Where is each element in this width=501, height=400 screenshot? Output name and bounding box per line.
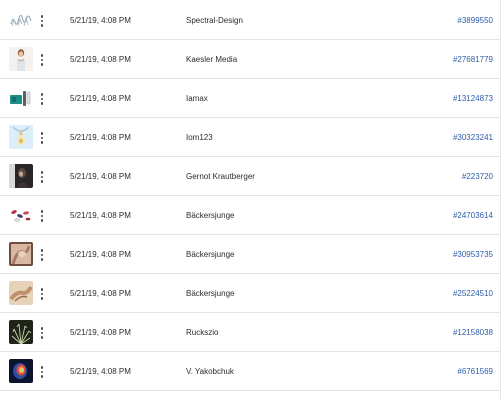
list-item[interactable]: 5/21/19, 4:08 PM Ruckszio #12158038 [0, 313, 501, 352]
hands-beige-icon [9, 281, 33, 305]
more-options-icon[interactable] [37, 89, 47, 109]
author-label: Ruckszio [186, 328, 219, 337]
author-label: Bäckersjunge [186, 250, 235, 259]
thumbnail-pills[interactable] [9, 203, 33, 227]
brain-scan-icon [9, 359, 33, 383]
author-label: Bäckersjunge [186, 289, 235, 298]
tools-icon [9, 86, 33, 110]
asset-id-link[interactable]: #27681779 [453, 54, 493, 65]
date-label: 5/21/19, 4:08 PM [70, 250, 131, 259]
list-item[interactable]: 5/21/19, 4:08 PM Iom123 #30323241 [0, 118, 501, 157]
thumbnail-plant-dark[interactable] [9, 320, 33, 344]
author-label: Spectral-Design [186, 16, 243, 25]
date-label: 5/21/19, 4:08 PM [70, 16, 131, 25]
more-options-icon[interactable] [37, 167, 47, 187]
more-options-icon[interactable] [37, 284, 47, 304]
more-options-icon[interactable] [37, 50, 47, 70]
asset-id-link[interactable]: #30953735 [453, 249, 493, 260]
dark-portrait-icon [9, 164, 33, 188]
asset-id-link[interactable]: #12158038 [453, 327, 493, 338]
more-options-icon[interactable] [37, 128, 47, 148]
author-label: Iamax [186, 94, 208, 103]
asset-id-link[interactable]: #223720 [462, 171, 493, 182]
date-label: 5/21/19, 4:08 PM [70, 55, 131, 64]
asset-id-link[interactable]: #6761569 [457, 366, 493, 377]
bottle-figure-icon [9, 125, 33, 149]
date-label: 5/21/19, 4:08 PM [70, 367, 131, 376]
author-label: Kaesler Media [186, 55, 238, 64]
hands-warm-icon [9, 242, 33, 266]
asset-id-link[interactable]: #24703614 [453, 210, 493, 221]
plant-dark-icon [9, 320, 33, 344]
more-options-icon[interactable] [37, 245, 47, 265]
thumbnail-tools[interactable] [9, 86, 33, 110]
list-item[interactable]: 5/21/19, 4:08 PM Iamax #13124873 [0, 79, 501, 118]
list-item[interactable]: 5/21/19, 4:08 PM Bäckersjunge #30953735 [0, 235, 501, 274]
author-label: Bäckersjunge [186, 211, 235, 220]
author-label: V. Yakobchuk [186, 367, 234, 376]
author-label: Iom123 [186, 133, 213, 142]
asset-id-link[interactable]: #3899550 [457, 15, 493, 26]
asset-id-link[interactable]: #30323241 [453, 132, 493, 143]
list-item[interactable]: 5/21/19, 4:08 PM Spectral-Design #389955… [0, 0, 501, 40]
thumbnail-sketch-figures[interactable] [9, 8, 33, 32]
date-label: 5/21/19, 4:08 PM [70, 133, 131, 142]
date-label: 5/21/19, 4:08 PM [70, 94, 131, 103]
list-item[interactable]: 5/21/19, 4:08 PM Kaesler Media #27681779 [0, 40, 501, 79]
more-options-icon[interactable] [37, 11, 47, 31]
date-label: 5/21/19, 4:08 PM [70, 172, 131, 181]
more-options-icon[interactable] [37, 206, 47, 226]
date-label: 5/21/19, 4:08 PM [70, 328, 131, 337]
list-item[interactable]: 5/21/19, 4:08 PM Gernot Krautberger #223… [0, 157, 501, 196]
more-options-icon[interactable] [37, 362, 47, 382]
more-options-icon[interactable] [37, 323, 47, 343]
list-item[interactable]: 5/21/19, 4:08 PM Bäckersjunge #25224510 [0, 274, 501, 313]
asset-id-link[interactable]: #25224510 [453, 288, 493, 299]
thumbnail-hands-beige[interactable] [9, 281, 33, 305]
list-item[interactable]: 5/21/19, 4:08 PM Bäckersjunge #24703614 [0, 196, 501, 235]
date-label: 5/21/19, 4:08 PM [70, 289, 131, 298]
date-label: 5/21/19, 4:08 PM [70, 211, 131, 220]
woman-portrait-icon [9, 47, 33, 71]
asset-list: 5/21/19, 4:08 PM Spectral-Design #389955… [0, 0, 501, 400]
thumbnail-brain-scan[interactable] [9, 359, 33, 383]
thumbnail-dark-portrait[interactable] [9, 164, 33, 188]
thumbnail-woman-portrait[interactable] [9, 47, 33, 71]
asset-id-link[interactable]: #13124873 [453, 93, 493, 104]
sketch-figures-icon [9, 8, 33, 32]
pills-icon [9, 203, 33, 227]
list-item[interactable]: 5/21/19, 4:08 PM V. Yakobchuk #6761569 [0, 352, 501, 391]
author-label: Gernot Krautberger [186, 172, 255, 181]
thumbnail-bottle-figure[interactable] [9, 125, 33, 149]
thumbnail-hands-warm[interactable] [9, 242, 33, 266]
